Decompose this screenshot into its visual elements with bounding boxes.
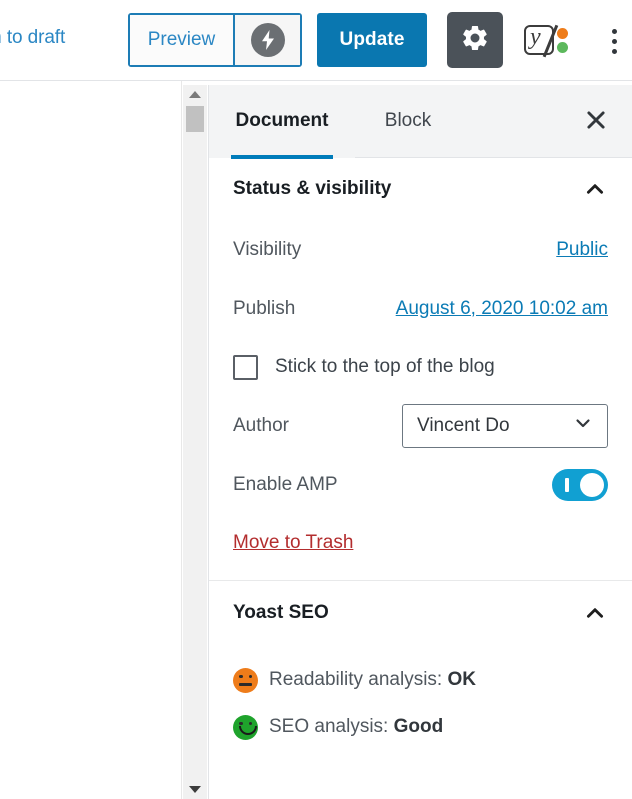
chevron-down-icon — [573, 413, 593, 438]
readability-analysis-row[interactable]: Readability analysis: OK — [233, 659, 608, 701]
switch-to-draft-button[interactable]: th to draft — [0, 27, 65, 49]
yoast-seo-dot — [557, 41, 568, 53]
author-select[interactable]: Vincent Do — [402, 403, 608, 448]
panel-title: Yoast SEO — [233, 602, 329, 623]
author-label: Author — [233, 414, 289, 436]
smiley-face-icon — [233, 714, 258, 740]
sidebar-tab-bar: Document Block — [209, 84, 632, 159]
seo-analysis-label: SEO analysis: — [269, 716, 389, 737]
row-sticky-post[interactable]: Stick to the top of the blog — [233, 338, 608, 396]
chevron-up-icon[interactable] — [582, 600, 608, 626]
publish-label: Publish — [233, 297, 296, 319]
row-enable-amp: Enable AMP — [233, 455, 608, 514]
editor-canvas — [0, 81, 182, 799]
settings-sidebar: Document Block Status & visibility Visib… — [208, 84, 632, 799]
readability-analysis-value: OK — [447, 669, 476, 690]
panel-yoast-seo-header[interactable]: Yoast SEO — [233, 581, 608, 645]
yoast-score-dots — [557, 27, 568, 53]
tab-document[interactable]: Document — [209, 84, 355, 159]
more-options-button[interactable] — [600, 20, 628, 62]
sticky-post-label: Stick to the top of the blog — [275, 356, 495, 377]
chevron-up-icon[interactable] — [582, 176, 608, 202]
yoast-seo-button[interactable]: y — [524, 18, 572, 62]
seo-analysis-row[interactable]: SEO analysis: Good — [233, 706, 608, 748]
scroll-down-button[interactable] — [183, 779, 207, 799]
update-button[interactable]: Update — [317, 13, 427, 67]
enable-amp-toggle[interactable] — [552, 468, 608, 501]
amp-lightning-icon — [250, 23, 285, 57]
author-select-value: Vincent Do — [417, 414, 510, 436]
neutral-face-icon — [233, 667, 258, 693]
move-to-trash-button[interactable]: Move to Trash — [233, 532, 353, 554]
preview-button[interactable]: Preview — [130, 15, 235, 65]
panel-title: Status & visibility — [233, 178, 392, 199]
triangle-up-icon — [189, 90, 201, 98]
gear-icon — [460, 23, 490, 58]
row-author: Author Vincent Do — [233, 396, 608, 455]
yoast-readability-dot — [557, 27, 568, 39]
panel-status-visibility: Status & visibility Visibility Public Pu… — [209, 158, 632, 581]
sidebar-scrollbar[interactable] — [183, 85, 207, 799]
scroll-up-button[interactable] — [183, 85, 207, 103]
editor-toolbar: th to draft Preview Update y — [0, 0, 632, 81]
panel-status-visibility-header[interactable]: Status & visibility — [233, 158, 608, 220]
close-icon — [585, 109, 607, 136]
yoast-logo-icon: y — [524, 24, 558, 58]
preview-button-group: Preview — [128, 13, 302, 67]
publish-date-button[interactable]: August 6, 2020 10:02 am — [396, 298, 608, 320]
seo-analysis-value: Good — [393, 716, 444, 737]
sticky-post-checkbox[interactable] — [233, 354, 258, 380]
enable-amp-label: Enable AMP — [233, 473, 338, 495]
panel-yoast-seo: Yoast SEO Readability analysis: OK SEO a… — [209, 581, 632, 748]
tab-block[interactable]: Block — [355, 85, 461, 158]
visibility-value-button[interactable]: Public — [556, 239, 608, 261]
row-visibility: Visibility Public — [233, 220, 608, 279]
readability-analysis-label: Readability analysis: — [269, 669, 443, 690]
row-publish: Publish August 6, 2020 10:02 am — [233, 279, 608, 338]
visibility-label: Visibility — [233, 238, 302, 260]
settings-button[interactable] — [447, 12, 503, 68]
scrollbar-thumb[interactable] — [186, 106, 204, 132]
kebab-menu-icon — [611, 28, 617, 34]
triangle-down-icon — [189, 785, 201, 793]
amp-preview-button[interactable] — [235, 15, 300, 65]
close-sidebar-button[interactable] — [580, 106, 612, 138]
